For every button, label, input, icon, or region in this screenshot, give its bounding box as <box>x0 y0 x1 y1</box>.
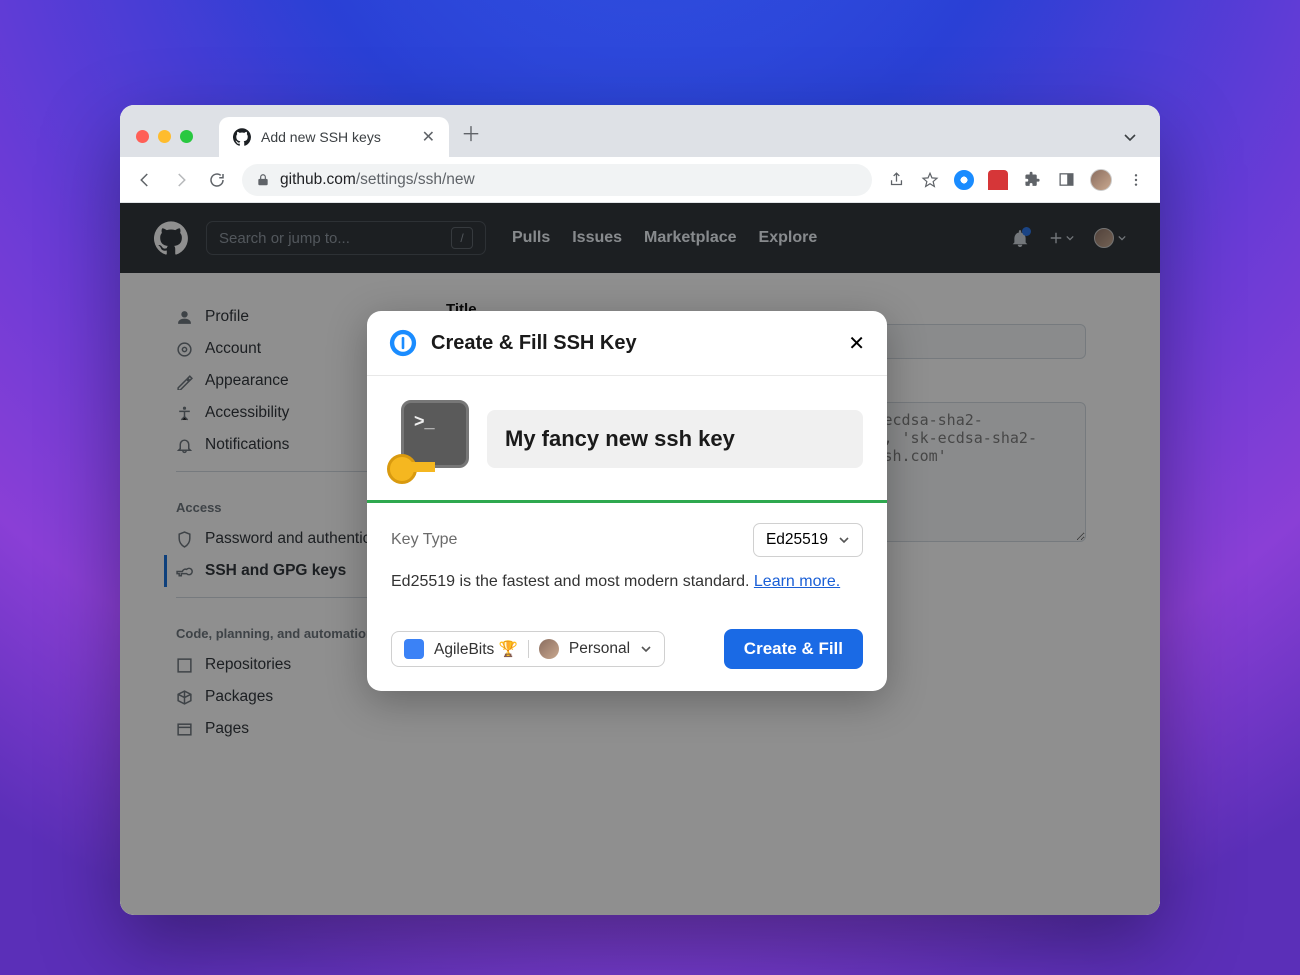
key-name-input[interactable] <box>487 410 863 468</box>
key-type-description: Ed25519 is the fastest and most modern s… <box>391 573 749 590</box>
1password-icon <box>389 329 417 357</box>
ssh-key-icon <box>391 400 469 478</box>
share-button[interactable] <box>886 170 906 190</box>
url-field[interactable]: github.com/settings/ssh/new <box>242 164 872 196</box>
create-ssh-key-modal: Create & Fill SSH Key ✕ Key Type Ed25519 <box>367 311 887 691</box>
key-type-select[interactable]: Ed25519 <box>753 523 863 557</box>
1password-extension-icon[interactable] <box>954 170 974 190</box>
create-fill-button[interactable]: Create & Fill <box>724 629 863 669</box>
side-panel-button[interactable] <box>1056 170 1076 190</box>
browser-tab[interactable]: Add new SSH keys ✕ <box>219 117 449 157</box>
address-bar: github.com/settings/ssh/new <box>120 157 1160 203</box>
learn-more-link[interactable]: Learn more. <box>754 573 840 590</box>
back-button[interactable] <box>134 169 156 191</box>
window-controls <box>134 130 201 157</box>
browser-menu-button[interactable] <box>1126 170 1146 190</box>
reload-button[interactable] <box>206 169 228 191</box>
modal-title: Create & Fill SSH Key <box>431 332 637 355</box>
tabs-dropdown-button[interactable] <box>1122 129 1138 145</box>
browser-window: Add new SSH keys ✕ ＋ github.com/settings… <box>120 105 1160 915</box>
bookmark-button[interactable] <box>920 170 940 190</box>
minimize-window-button[interactable] <box>158 130 171 143</box>
lock-icon <box>256 173 270 187</box>
forward-button[interactable] <box>170 169 192 191</box>
zoom-window-button[interactable] <box>180 130 193 143</box>
extension-icon[interactable] <box>988 170 1008 190</box>
close-tab-button[interactable]: ✕ <box>422 127 435 147</box>
profile-avatar[interactable] <box>1090 169 1112 191</box>
close-window-button[interactable] <box>136 130 149 143</box>
vault-selector[interactable]: AgileBits 🏆 Personal <box>391 631 665 667</box>
page-content: Search or jump to... / Pulls Issues Mark… <box>120 203 1160 915</box>
key-type-label: Key Type <box>391 531 457 549</box>
extensions-button[interactable] <box>1022 170 1042 190</box>
chevron-down-icon <box>838 534 850 546</box>
tab-bar: Add new SSH keys ✕ ＋ <box>120 105 1160 157</box>
divider <box>367 500 887 503</box>
chevron-down-icon <box>640 643 652 655</box>
close-modal-button[interactable]: ✕ <box>848 331 865 356</box>
vault-avatar-icon <box>539 639 559 659</box>
account-icon <box>404 639 424 659</box>
github-icon <box>233 128 251 146</box>
tab-title: Add new SSH keys <box>261 129 381 145</box>
new-tab-button[interactable]: ＋ <box>461 118 481 147</box>
